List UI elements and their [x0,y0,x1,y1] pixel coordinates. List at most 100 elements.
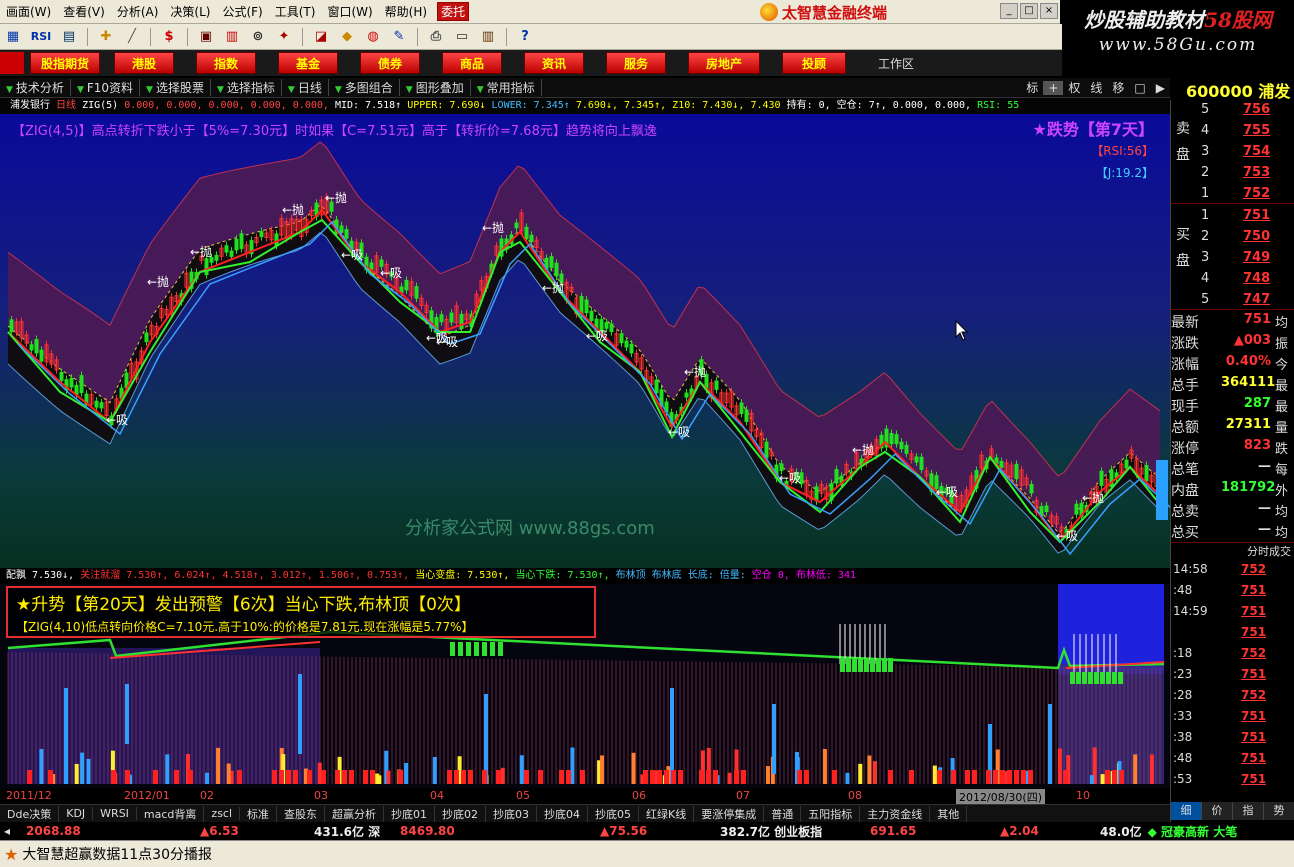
nav-button[interactable]: 投顾 [782,52,846,74]
nav-button[interactable]: 服务 [606,52,666,74]
nav-button[interactable]: 债券 [360,52,420,74]
subtool-right-button[interactable]: □ [1129,81,1150,95]
books-icon[interactable]: ▥ [477,27,499,47]
tick-row: :28 752 [1173,688,1267,702]
nav-button[interactable]: 资讯 [524,52,584,74]
indicator-tab[interactable]: 主力资金线 [860,805,931,822]
subtool-item[interactable]: ▼ 常用指标 [471,79,542,96]
period-label[interactable]: 日线 [56,100,76,111]
indicator-tab[interactable]: 红绿K线 [639,805,695,822]
binoculars-icon[interactable]: ⊚ [247,27,269,47]
subtool-right-button[interactable]: 权 [1063,79,1085,96]
grid-icon[interactable]: ▦ [2,27,24,47]
book-row[interactable]: 1 752 [1197,186,1294,207]
table-icon[interactable]: ▤ [58,27,80,47]
book-row[interactable]: 1 751 [1197,208,1294,229]
subtool-item[interactable]: ▼ 技术分析 [0,79,71,96]
bars-icon[interactable]: ▥ [221,27,243,47]
subtool-item[interactable]: ▼ 选择股票 [140,79,211,96]
subtool-right-button[interactable]: 线 [1085,79,1107,96]
book-row[interactable]: 3 749 [1197,250,1294,271]
indicator-tab[interactable]: Dde决策 [0,805,60,822]
indicator-tab[interactable]: 抄底04 [537,805,589,822]
sub-indicator-info: 配飘 7.530↓, 关注就溜 7.530↑, 6.024↑, 4.518↑, … [0,568,1170,584]
dollar-icon[interactable]: $ [158,27,180,47]
help-icon[interactable]: ? [514,27,536,47]
book-row[interactable]: 5 747 [1197,292,1294,313]
nav-button[interactable]: 房地产 [688,52,760,74]
menu-item[interactable]: 画面(W) [0,3,57,20]
menu-item[interactable]: 工具(T) [269,3,322,20]
indicator-tab[interactable]: zscl [204,807,241,820]
subtool-right-button[interactable]: + [1043,80,1064,95]
book-row[interactable]: 2 753 [1197,165,1294,186]
indicator-tab[interactable]: 查股东 [277,805,326,822]
menu-item[interactable]: 决策(L) [164,3,216,20]
right-panel-tabs: 细价指势 [1171,802,1294,820]
indicator-tab[interactable]: 超赢分析 [325,805,385,822]
menu-item[interactable]: 窗口(W) [321,3,378,20]
book-row[interactable]: 4 755 [1197,123,1294,144]
indicator-tab[interactable]: macd背离 [137,805,205,822]
status-message[interactable]: 大智慧超赢数据11点30分播报 [22,844,212,864]
trade-button[interactable]: 委托 [437,2,470,21]
indicator-tab[interactable]: 抄底01 [384,805,436,822]
subtool-right-button[interactable]: 移 [1107,79,1129,96]
indicator-tab[interactable]: KDJ [59,807,94,820]
candlestick-chart[interactable]: ←抛 ←抛 ←抛 ←抛 ←抛 ←抛 ←抛 ←抛 ←抛 ←吸 ←吸 ←吸 ←吸 ←吸 ←吸 ←吸 ←吸 ←吸 ←吸 【… [0,114,1170,568]
maximize-button[interactable]: □ [1020,3,1038,19]
indicator-tab[interactable]: 抄底05 [588,805,640,822]
svg-text:←吸: ←吸 [936,485,958,499]
window-icon[interactable]: ▭ [451,27,473,47]
minimize-button[interactable]: _ [1000,3,1018,19]
subtool-item[interactable]: ▼ 选择指标 [211,79,282,96]
right-tab[interactable]: 细 [1171,802,1202,820]
right-tab[interactable]: 指 [1233,802,1264,820]
menu-item[interactable]: 分析(A) [111,3,165,20]
book-row[interactable]: 5 756 [1197,102,1294,123]
menu-item[interactable]: 查看(V) [57,3,111,20]
chart-edit-icon[interactable]: ◪ [310,27,332,47]
nav-button[interactable]: 商品 [442,52,502,74]
right-tab[interactable]: 势 [1264,802,1294,820]
app-logo-icon [760,3,778,21]
right-tab[interactable]: 价 [1202,802,1233,820]
money-icon[interactable]: ▣ [195,27,217,47]
subtool-item[interactable]: ▼ 图形叠加 [400,79,471,96]
indicator-tab[interactable]: 五阳指标 [801,805,861,822]
indicator-tab[interactable]: 其他 [930,805,968,822]
trend-label: ★跌势【第7天】 [1032,120,1154,139]
indicator-tab[interactable]: WRSI [93,807,137,820]
book-row[interactable]: 2 750 [1197,229,1294,250]
print-icon[interactable]: ⎙ [425,27,447,47]
diamond-icon[interactable]: ◆ [336,27,358,47]
subtool-right-button[interactable]: 标 [1021,79,1043,96]
ruler-icon[interactable]: ╱ [121,27,143,47]
menu-item[interactable]: 公式(F) [216,3,268,20]
indicator-tab[interactable]: 抄底03 [486,805,538,822]
subtool-item[interactable]: ▼ 日线 [282,79,329,96]
nav-button[interactable]: 指数 [196,52,256,74]
tag-icon[interactable]: ◍ [362,27,384,47]
indicator-tab[interactable]: 抄底02 [435,805,487,822]
nav-button[interactable]: 基金 [278,52,338,74]
close-button[interactable]: × [1040,3,1058,19]
subtool-item[interactable]: ▼ 多图组合 [329,79,400,96]
book-row[interactable]: 4 748 [1197,271,1294,292]
crosshair-icon[interactable]: ✚ [95,27,117,47]
status-bar: ★ 大智慧超赢数据11点30分播报 [0,840,1294,867]
book-row[interactable]: 3 754 [1197,144,1294,165]
pen-icon[interactable]: ✎ [388,27,410,47]
indicator-tab[interactable]: 标准 [240,805,278,822]
workspace-label[interactable]: 工作区 [878,55,914,72]
subtool-right-button[interactable]: ▶ [1151,81,1170,95]
rsi-button[interactable]: RSI [28,27,54,47]
indicator-tab[interactable]: 要涨停集成 [694,805,765,822]
nav-button[interactable]: 股指期货 [30,52,100,74]
sub-indicator-chart[interactable]: ★升势【第20天】发出预警【6次】当心下跌,布林顶【0次】 【ZIG(4,10)… [0,584,1170,788]
nav-button[interactable]: 港股 [114,52,174,74]
subtool-item[interactable]: ▼ F10资料 [71,79,141,96]
menu-item[interactable]: 帮助(H) [379,3,433,20]
signal-icon[interactable]: ✦ [273,27,295,47]
indicator-tab[interactable]: 普通 [764,805,802,822]
